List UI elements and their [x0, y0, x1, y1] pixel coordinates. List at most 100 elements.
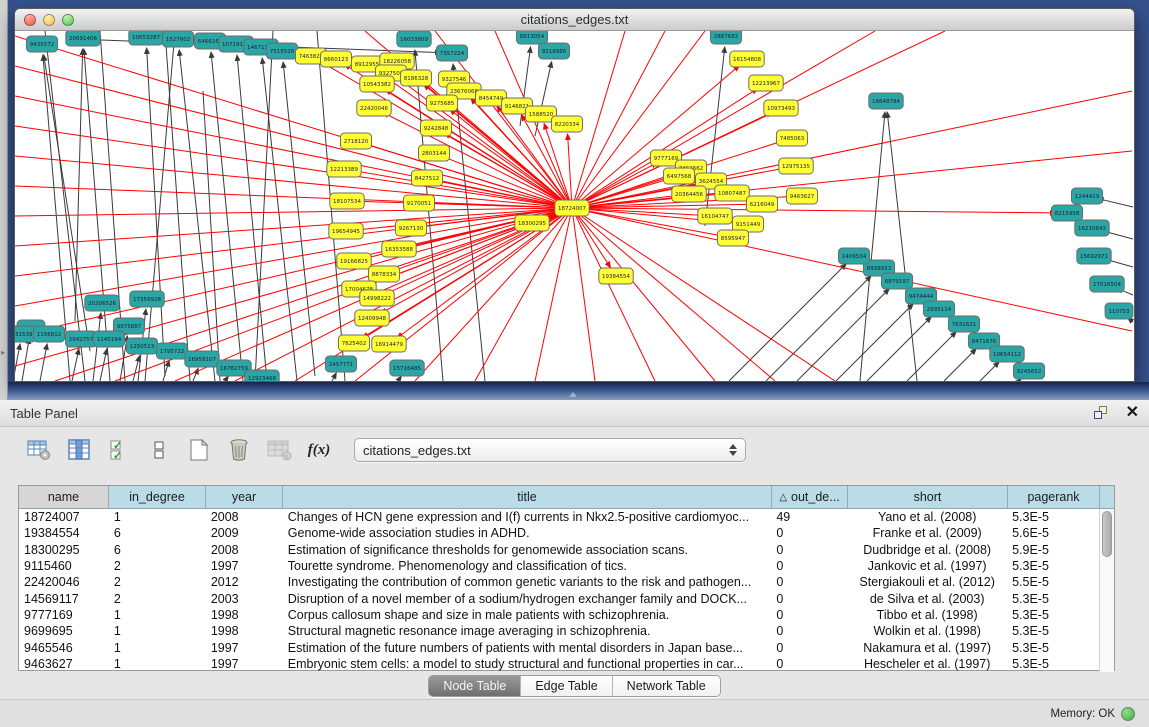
column-header-in_degree[interactable]: in_degree — [109, 486, 206, 508]
left-splitter-strip[interactable]: ▸ — [0, 0, 8, 400]
column-header-year[interactable]: year — [206, 486, 283, 508]
graph-edge[interactable] — [15, 186, 572, 208]
graph-edge[interactable] — [225, 376, 228, 381]
graph-node[interactable]: 16210643 — [1075, 220, 1109, 236]
graph-edge[interactable] — [572, 208, 611, 268]
tab-network-table[interactable]: Network Table — [613, 676, 720, 696]
graph-edge[interactable] — [398, 376, 401, 381]
graph-node[interactable]: 1145194 — [93, 331, 124, 347]
graph-edge[interactable] — [283, 62, 315, 376]
close-panel-icon[interactable]: ✕ — [1126, 405, 1139, 421]
memory-status-indicator[interactable] — [1121, 707, 1135, 721]
function-builder-icon[interactable]: f(x) — [304, 436, 334, 464]
graph-node[interactable]: 12923468 — [245, 370, 279, 381]
graph-node[interactable]: 16648784 — [869, 93, 903, 109]
graph-edge[interactable] — [887, 112, 917, 381]
float-panel-icon[interactable] — [1094, 406, 1110, 421]
graph-node[interactable]: 1527602 — [162, 31, 193, 47]
row-check-icon[interactable]: ✓✓ — [104, 436, 134, 464]
graph-node-selected[interactable]: 2803144 — [418, 145, 449, 161]
graph-node-selected[interactable]: 9463627 — [786, 188, 817, 204]
graph-node[interactable]: 15692971 — [1077, 248, 1111, 264]
graph-node[interactable]: 7632621 — [948, 316, 979, 332]
graph-node[interactable]: 1409534 — [838, 248, 869, 264]
graph-node[interactable]: 6879197 — [881, 273, 912, 289]
column-header-pagerank[interactable]: pagerank — [1008, 486, 1100, 508]
graph-node-selected[interactable]: 12213389 — [327, 161, 361, 177]
graph-edge[interactable] — [867, 317, 931, 381]
rows-icon[interactable] — [144, 436, 174, 464]
graph-node-selected[interactable]: 16914479 — [372, 336, 406, 352]
table-row[interactable]: 946362711997Embryonic stem cells: a mode… — [19, 656, 1099, 672]
graph-node[interactable]: 16958107 — [185, 351, 219, 367]
graph-node[interactable]: 10654112 — [990, 346, 1024, 362]
graph-edge[interactable] — [572, 208, 715, 381]
graph-edge[interactable] — [797, 289, 889, 381]
graph-edge[interactable] — [255, 31, 273, 381]
graph-node-selected[interactable]: 12213967 — [749, 75, 783, 91]
graph-node[interactable]: 2942757 — [65, 331, 96, 347]
table-row[interactable]: 1938455462009Genome-wide association stu… — [19, 525, 1099, 541]
graph-edge[interactable] — [332, 373, 336, 381]
graph-edge[interactable] — [475, 208, 572, 381]
table-mode-icon[interactable] — [24, 436, 54, 464]
graph-node-selected[interactable]: 8595947 — [717, 230, 748, 246]
graph-node[interactable]: 7515526 — [266, 43, 297, 59]
table-row[interactable]: 1830029562008Estimation of significance … — [19, 542, 1099, 558]
graph-node-selected[interactable]: 18300295 — [515, 215, 549, 231]
graph-node-selected[interactable]: 12409948 — [355, 310, 389, 326]
column-header-out_de[interactable]: △out_de... — [772, 486, 848, 508]
graph-node-selected[interactable]: 8220334 — [551, 116, 582, 132]
graph-node-selected[interactable]: 6216049 — [746, 196, 777, 212]
graph-node[interactable]: 16033809 — [397, 31, 431, 47]
table-row[interactable]: 1456911722003Disruption of a novel membe… — [19, 590, 1099, 606]
graph-node-selected[interactable]: 18107534 — [330, 193, 364, 209]
graph-node-selected[interactable]: 8186328 — [400, 70, 431, 86]
graph-node-selected[interactable]: 20364456 — [672, 186, 706, 202]
graph-edge[interactable] — [572, 208, 835, 381]
graph-node[interactable]: 1795722 — [156, 343, 187, 359]
graph-edge[interactable] — [15, 208, 572, 306]
graph-edge[interactable] — [572, 208, 595, 381]
graph-node[interactable]: 1250513 — [126, 338, 157, 354]
create-column-icon[interactable] — [184, 436, 214, 464]
network-canvas[interactable]: 9435572206914061065328715276026466160107… — [15, 31, 1134, 381]
graph-edge[interactable] — [860, 112, 885, 381]
graph-node[interactable]: 17359928 — [130, 291, 164, 307]
delete-column-icon[interactable] — [224, 436, 254, 464]
graph-edge[interactable] — [40, 344, 47, 381]
graph-node-selected[interactable]: 10973493 — [764, 100, 798, 116]
table-row[interactable]: 977716911998Corpus callosum shape and si… — [19, 607, 1099, 623]
graph-node[interactable]: 15716485 — [390, 360, 424, 376]
graph-node-selected[interactable]: 2718120 — [340, 133, 371, 149]
graph-node-selected[interactable]: 9267130 — [395, 220, 426, 236]
graph-edge[interactable] — [22, 338, 29, 381]
table-row[interactable]: 911546021997Tourette syndrome. Phenomeno… — [19, 558, 1099, 574]
column-header-short[interactable]: short — [848, 486, 1008, 508]
graph-node-selected[interactable]: 9170051 — [403, 195, 434, 211]
column-visibility-icon[interactable] — [64, 436, 94, 464]
graph-node-selected[interactable]: 9275685 — [426, 95, 457, 111]
graph-node-selected[interactable]: 6497568 — [663, 168, 694, 184]
graph-node-selected[interactable]: 8660123 — [320, 51, 351, 67]
graph-node-selected[interactable]: 14998222 — [360, 290, 394, 306]
graph-edge[interactable] — [15, 344, 20, 381]
panel-splitter-handle[interactable] — [569, 392, 577, 397]
graph-node[interactable]: 9218986 — [538, 43, 569, 59]
window-titlebar[interactable]: citations_edges.txt — [15, 9, 1134, 31]
graph-node[interactable]: 9435572 — [26, 36, 57, 52]
graph-node[interactable]: 331539 — [15, 326, 36, 342]
graph-edge[interactable] — [193, 368, 198, 381]
table-row[interactable]: 969969511998Structural magnetic resonanc… — [19, 623, 1099, 639]
table-row[interactable]: 1872400712008Changes of HCN gene express… — [19, 509, 1099, 525]
citation-network-graph[interactable]: 9435572206914061065328715276026466160107… — [15, 31, 1134, 381]
graph-node[interactable]: 20206526 — [85, 295, 119, 311]
table-row[interactable]: 946554611997Estimation of the future num… — [19, 639, 1099, 655]
graph-node-selected[interactable]: 22420046 — [357, 100, 391, 116]
table-scrollbar[interactable] — [1099, 509, 1114, 672]
tab-node-table[interactable]: Node Table — [429, 676, 521, 696]
table-selector-dropdown[interactable]: citations_edges.txt — [354, 438, 746, 462]
graph-node-selected[interactable]: 7485063 — [776, 130, 807, 146]
graph-node[interactable]: 10653287 — [129, 31, 163, 45]
graph-node[interactable]: 110753 — [1105, 303, 1133, 319]
